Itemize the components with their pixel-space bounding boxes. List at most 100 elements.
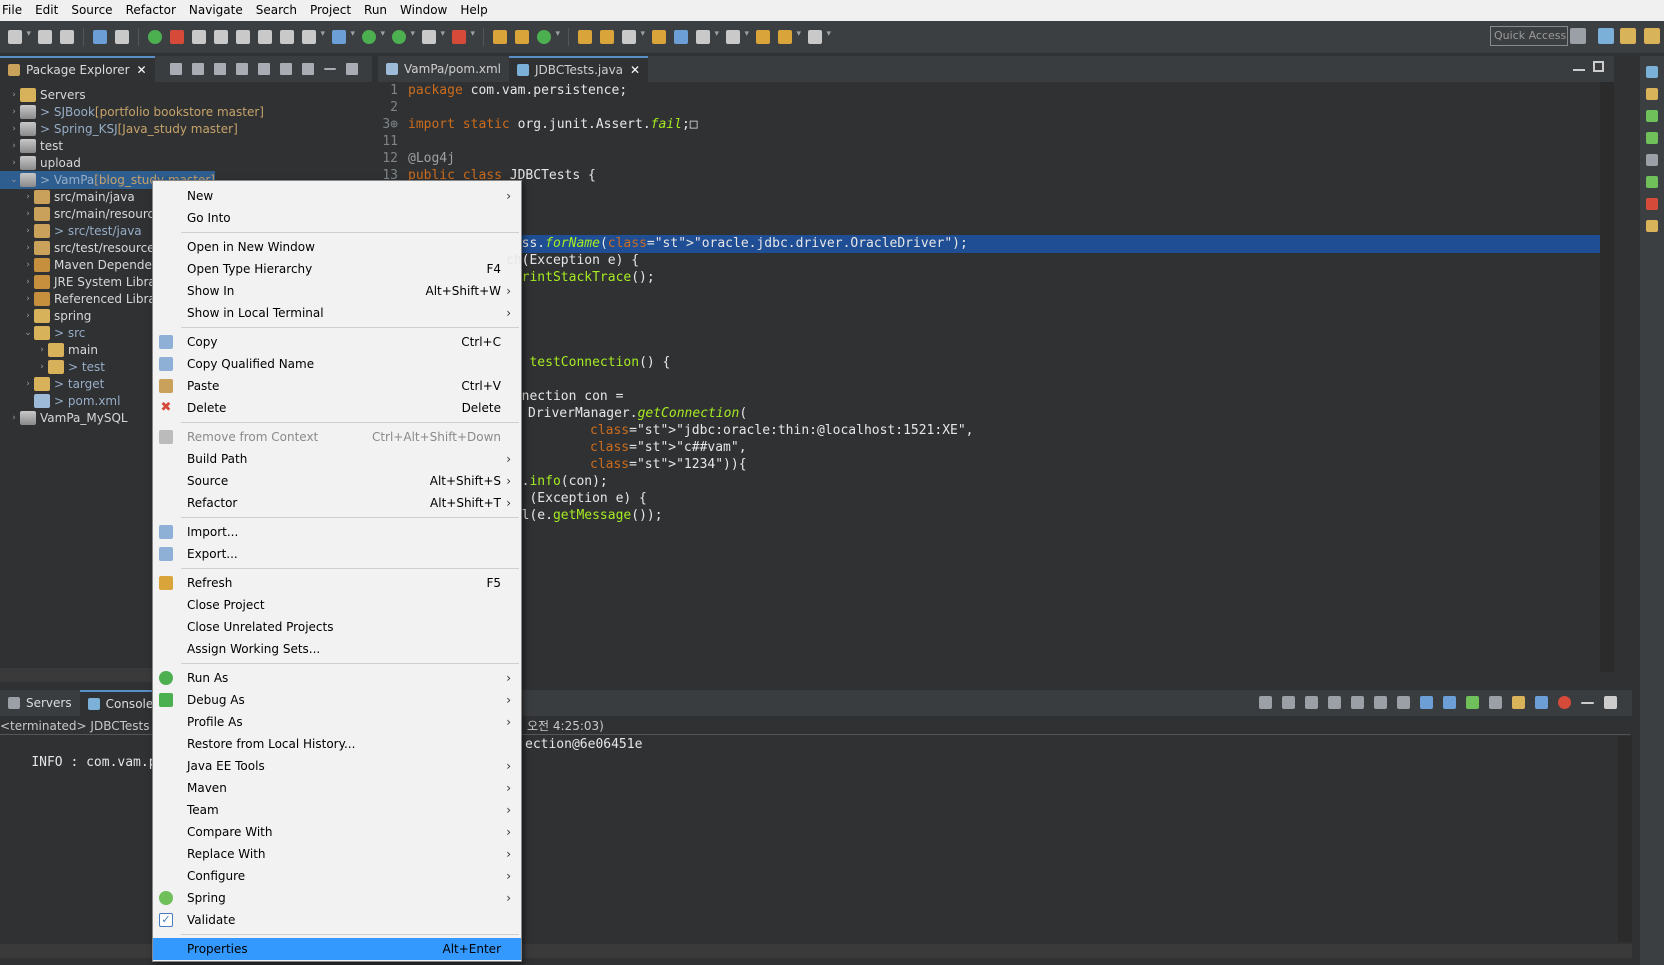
remove-all-terminated-icon[interactable] (1328, 696, 1341, 709)
expand-arrow-icon[interactable]: › (22, 290, 34, 308)
menu-item-properties[interactable]: Properties Alt+Enter (153, 938, 521, 960)
menu-item-delete[interactable]: ✖ Delete Delete (153, 397, 521, 419)
quick-access-input[interactable]: Quick Access (1490, 26, 1568, 46)
block-selection-icon[interactable] (258, 30, 272, 44)
terminate-icon[interactable] (422, 29, 445, 44)
show-on-error-icon[interactable] (1443, 696, 1456, 709)
tree-item[interactable]: › upload (0, 154, 81, 172)
code-line[interactable]: ch (Exception e) { (378, 490, 1610, 508)
code-line[interactable]: class="st">"1234")){ (378, 456, 1610, 474)
expand-arrow-icon[interactable]: › (36, 341, 48, 359)
close-icon[interactable]: ✕ (630, 63, 640, 77)
menu-item-java-ee-tools[interactable]: Java EE Tools › (153, 755, 521, 777)
display-console-icon[interactable] (1489, 696, 1502, 709)
code-line[interactable]: id testConnection() { (378, 354, 1610, 372)
menu-item-go-into[interactable]: Go Into (153, 207, 521, 229)
console-icon[interactable] (1646, 154, 1658, 166)
open-console-icon[interactable] (93, 30, 107, 44)
new-class-icon[interactable] (537, 29, 560, 44)
tree-item[interactable]: › Servers (0, 86, 86, 104)
error-log-icon[interactable] (1646, 198, 1658, 210)
back-icon[interactable] (169, 63, 182, 75)
open-folder-icon[interactable] (652, 30, 666, 44)
tree-item[interactable]: › > target (0, 375, 104, 393)
expand-arrow-icon[interactable]: › (22, 256, 34, 274)
expand-arrow-icon[interactable]: › (22, 222, 34, 240)
menu-item-refresh[interactable]: Refresh F5 (153, 572, 521, 594)
code-line[interactable]: lass.forName(class="st">"oracle.jdbc.dri… (378, 235, 1610, 253)
annotation-nav-icon[interactable] (696, 29, 719, 44)
code-editor[interactable]: 1 package com.vam.persistence; 2 3⊕ import s… (378, 82, 1610, 672)
spring-perspective-icon[interactable] (1644, 28, 1660, 44)
expand-arrow-icon[interactable]: › (22, 307, 34, 325)
tree-item[interactable]: › test (0, 137, 63, 155)
tree-item[interactable]: › > SJBook [portfolio bookstore master] (0, 103, 264, 121)
tree-item[interactable]: › Maven Dependenc (0, 256, 166, 274)
menu-item-show-in[interactable]: Show In Alt+Shift+W › (153, 280, 521, 302)
debug-view-icon[interactable] (1535, 696, 1548, 709)
minimize-icon[interactable] (1581, 702, 1594, 704)
menu-item-copy-qualified-name[interactable]: Copy Qualified Name (153, 353, 521, 375)
last-edit-location-icon[interactable] (756, 30, 770, 44)
code-line[interactable]: .printStackTrace(); (378, 269, 1610, 287)
search-icon[interactable] (622, 29, 645, 44)
expand-arrow-icon[interactable]: › (22, 273, 34, 291)
java-ee-perspective-icon[interactable] (1598, 28, 1614, 44)
code-line[interactable]: DriverManager.getConnection( (378, 405, 1610, 423)
menu-item-copy[interactable]: Copy Ctrl+C (153, 331, 521, 353)
tab-servers[interactable]: Servers (0, 690, 80, 716)
toggle-mark-occurrences-icon[interactable] (236, 30, 250, 44)
tree-item[interactable]: › src/main/java (0, 188, 135, 206)
task-list-icon[interactable] (1646, 88, 1658, 100)
code-line[interactable]: 3⊕ import static org.junit.Assert.fail;□ (378, 116, 1610, 134)
expand-arrow-icon[interactable]: ⌄ (22, 324, 34, 342)
outline-icon[interactable] (1646, 66, 1658, 78)
expand-arrow-icon[interactable]: › (22, 205, 34, 223)
publish-icon[interactable] (192, 30, 206, 44)
expand-arrow-icon[interactable]: › (22, 239, 34, 257)
menu-item-validate[interactable]: ✓ Validate (153, 909, 521, 931)
remove-launch-icon[interactable] (1305, 696, 1318, 709)
search-view-icon[interactable] (1646, 220, 1658, 232)
expand-arrow-icon[interactable]: › (8, 120, 20, 138)
start-server-icon[interactable] (148, 30, 162, 44)
tree-item[interactable]: › src/test/resources (0, 239, 161, 257)
code-line[interactable]: class="st">"c##vam", (378, 439, 1610, 457)
word-wrap-icon[interactable] (1397, 696, 1410, 709)
tree-item[interactable]: › spring (0, 307, 91, 325)
menu-item-run-as[interactable]: Run As › (153, 667, 521, 689)
expand-arrow-icon[interactable]: › (8, 103, 20, 121)
menu-item-assign-working-sets[interactable]: Assign Working Sets... (153, 638, 521, 660)
menu-window[interactable]: Window (394, 0, 454, 21)
focus-icon[interactable] (279, 63, 292, 75)
tree-item[interactable]: › > test (0, 358, 105, 376)
problems-icon[interactable] (1646, 176, 1658, 188)
menu-item-export[interactable]: Export... (153, 543, 521, 565)
reload-icon[interactable] (1259, 696, 1272, 709)
tree-item[interactable]: › > Spring_KSJ [Java_study master] (0, 120, 238, 138)
expand-arrow-icon[interactable]: › (8, 154, 20, 172)
new-java-project-icon[interactable] (493, 30, 507, 44)
menu-item-refactor[interactable]: Refactor Alt+Shift+T › (153, 492, 521, 514)
menu-item-compare-with[interactable]: Compare With › (153, 821, 521, 843)
show-whitespace-icon[interactable] (280, 30, 294, 44)
close-icon[interactable]: ✕ (137, 63, 147, 77)
web-browser-icon[interactable] (674, 30, 688, 44)
view-menu-icon[interactable] (301, 63, 314, 75)
debug-icon[interactable] (332, 29, 355, 44)
junit-icon[interactable] (1646, 132, 1658, 144)
menu-item-show-in-local-terminal[interactable]: Show in Local Terminal › (153, 302, 521, 324)
code-line[interactable]: og.info(con); (378, 473, 1610, 491)
skip-breakpoints-icon[interactable] (115, 30, 129, 44)
menu-item-build-path[interactable]: Build Path › (153, 448, 521, 470)
maximize-icon[interactable] (1593, 61, 1604, 72)
open-console-icon[interactable] (1512, 696, 1525, 709)
tree-item[interactable]: › Referenced Librarie (0, 290, 171, 308)
menu-help[interactable]: Help (454, 0, 494, 21)
code-line[interactable]: ail(e.getMessage()); (378, 507, 1610, 525)
code-line[interactable]: 1 package com.vam.persistence; (378, 82, 1610, 100)
expand-arrow-icon[interactable]: › (8, 137, 20, 155)
menu-item-replace-with[interactable]: Replace With › (153, 843, 521, 865)
expand-arrow-icon[interactable]: › (22, 188, 34, 206)
menu-navigate[interactable]: Navigate (183, 0, 250, 21)
